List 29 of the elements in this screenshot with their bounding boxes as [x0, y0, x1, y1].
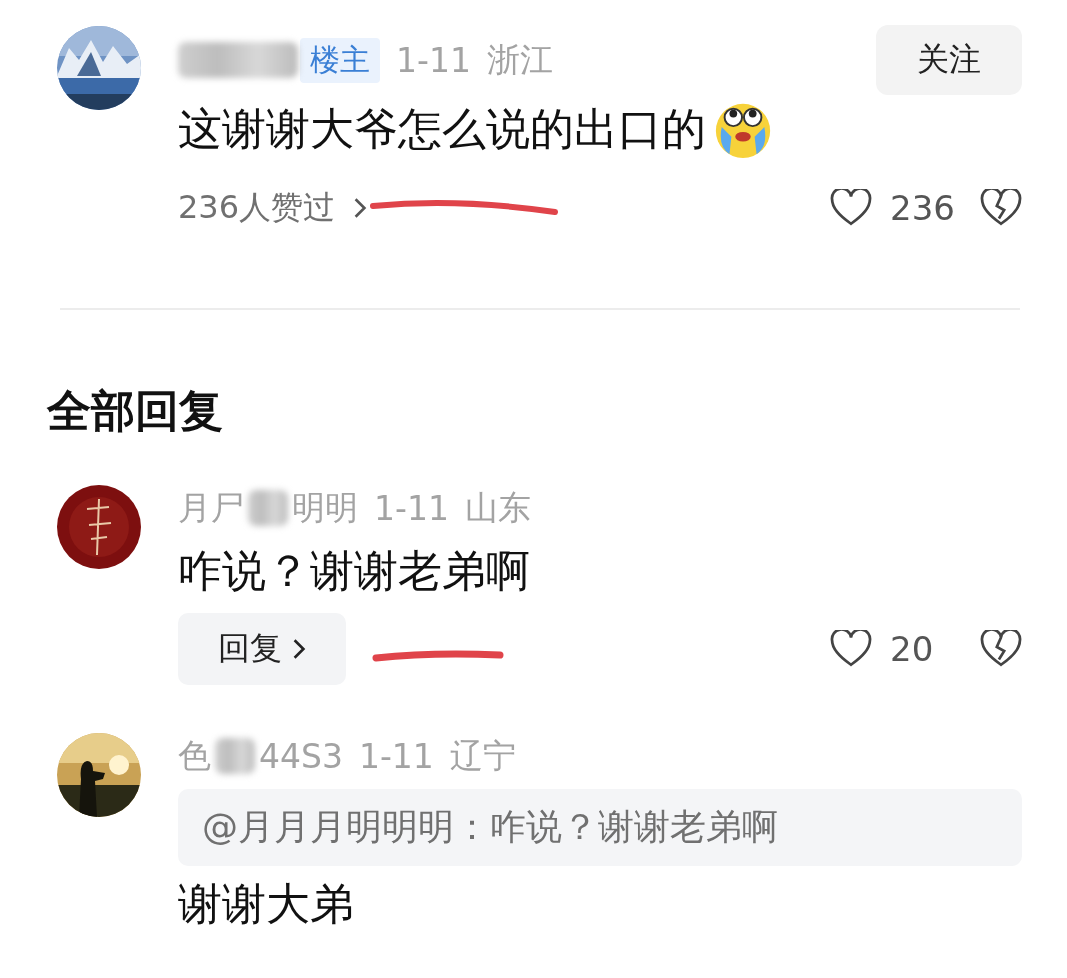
- follow-button[interactable]: 关注: [876, 25, 1022, 95]
- author-badge: 楼主: [300, 37, 380, 83]
- section-title: 全部回复: [47, 384, 224, 438]
- chevron-icon: [292, 638, 306, 660]
- chevron-icon: [353, 197, 368, 219]
- comment-location: 辽宁: [449, 734, 516, 777]
- comment-text: 咋说？谢谢老弟啊: [178, 544, 531, 598]
- heart-icon[interactable]: [830, 630, 872, 668]
- blurred-username: [215, 738, 255, 774]
- like-count: 20: [890, 629, 935, 669]
- comment-date: 1-11: [358, 736, 434, 776]
- username-fragment: 明明: [292, 486, 358, 529]
- broken-heart-icon[interactable]: [980, 630, 1022, 668]
- quoted-reply: @月月月明明明：咋说？谢谢老弟啊: [178, 789, 1022, 866]
- comment-location: 山东: [464, 486, 531, 529]
- broken-heart-icon[interactable]: [980, 189, 1022, 227]
- comment-text: 谢谢大弟: [178, 877, 355, 931]
- like-count: 236: [890, 188, 956, 228]
- username-fragment: 色: [178, 734, 211, 777]
- heart-icon[interactable]: [830, 189, 872, 227]
- comment-location: 浙江: [486, 38, 553, 81]
- comment-date: 1-11: [396, 40, 471, 80]
- username-fragment: 月尸: [178, 486, 244, 529]
- comment-date: 1-11: [374, 488, 449, 528]
- likes-summary-link[interactable]: 236人赞过: [178, 186, 336, 230]
- username-fragment: 44S3: [259, 736, 343, 776]
- reply-button[interactable]: 回复: [178, 613, 346, 685]
- blurred-username: [248, 490, 288, 526]
- comment-text: 这谢谢大爷怎么说的出口的: [178, 102, 706, 156]
